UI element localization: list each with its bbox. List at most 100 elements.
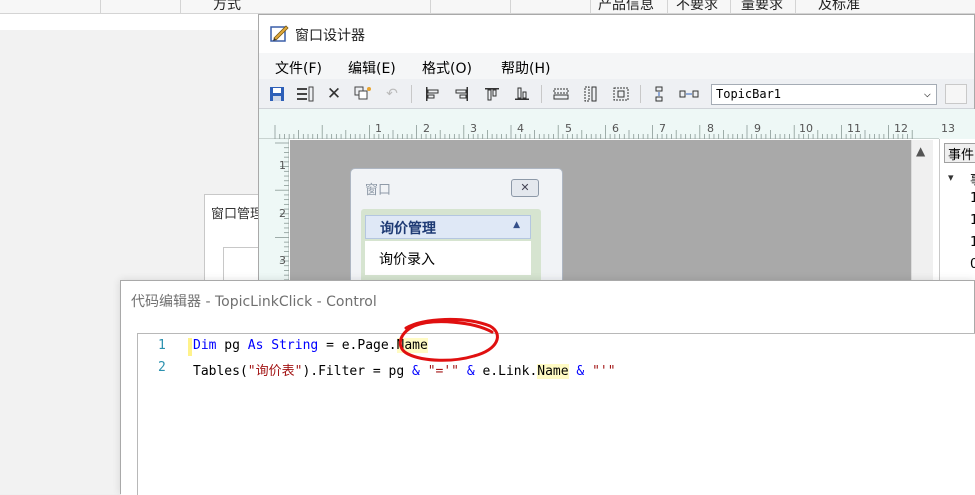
code-token: = e.Page. [318, 338, 397, 353]
code-token-highlighted: Name [537, 364, 569, 379]
collapse-arrow-icon[interactable]: ▲ [513, 220, 520, 230]
menu-format[interactable]: 格式(O) [422, 58, 472, 78]
ruler-label: 4 [517, 122, 524, 135]
designer-toolbar: ✕ ↶ TopicBar1 ⌵ [259, 79, 974, 109]
same-size-icon[interactable] [610, 84, 632, 104]
column-divider [100, 0, 101, 14]
ruler-label: 11 [847, 122, 861, 135]
designer-menubar: 文件(F) 编辑(E) 格式(O) 帮助(H) [259, 53, 974, 79]
background-table-header: 方式 产品信息 不要求 量要求 及标准 [0, 0, 975, 14]
tab-events[interactable]: 事件 [944, 143, 975, 163]
ruler-label: 1 [279, 159, 286, 172]
menu-edit[interactable]: 编辑(E) [348, 58, 396, 78]
ruler-ticks [274, 125, 913, 139]
code-token: e.Link. [474, 364, 538, 379]
scroll-up-icon[interactable]: ▲ [916, 144, 925, 158]
chevron-down-icon[interactable]: ▾ [948, 171, 954, 184]
property-value: 0 [970, 257, 975, 272]
toolbar-extra-button[interactable] [945, 84, 967, 104]
ruler-label: 3 [470, 122, 477, 135]
ruler-label: 3 [279, 254, 286, 267]
column-divider [180, 0, 181, 14]
column-header: 方式 [213, 0, 241, 13]
topic-link[interactable]: 询价录入 [365, 241, 531, 275]
control-selector-value: TopicBar1 [716, 87, 782, 101]
toolbar-separator [541, 85, 542, 103]
column-divider [510, 0, 511, 14]
code-editor-window[interactable]: 代码编辑器 - TopicLinkClick - Control 1 2 Dim… [120, 280, 975, 495]
ruler-label: 5 [565, 122, 572, 135]
ruler-label: 10 [799, 122, 813, 135]
column-divider [795, 0, 796, 14]
property-group-label: 事 [970, 169, 975, 188]
column-header: 不要求 [676, 0, 718, 13]
code-token: & [412, 364, 420, 379]
code-token: pg [216, 338, 248, 353]
property-value: 1 [970, 213, 975, 228]
ruler-label: 8 [707, 122, 714, 135]
topic-header[interactable]: 询价管理 ▲ [365, 215, 531, 239]
close-icon[interactable]: ✕ [511, 179, 539, 197]
property-value: 1 [970, 191, 975, 206]
code-token: "'" [592, 364, 616, 379]
ruler-label: 12 [894, 122, 908, 135]
ruler-label: 2 [279, 207, 286, 220]
ruler-label: 6 [612, 122, 619, 135]
code-token: & [466, 364, 475, 379]
align-bottom-icon[interactable] [511, 84, 533, 104]
form-title: 窗口 [365, 183, 392, 198]
column-header: 及标准 [818, 0, 860, 13]
ruler-label: 13 [941, 122, 955, 135]
column-divider [667, 0, 668, 14]
ruler-extension: 13 [939, 109, 975, 139]
annotation-circle [398, 318, 499, 362]
column-header: 产品信息 [598, 0, 654, 13]
code-token: ).Filter = pg [302, 364, 413, 379]
toolbar-separator [411, 85, 412, 103]
properties-icon[interactable] [294, 84, 316, 104]
code-line-1[interactable]: Dim pg As String = e.Page.Name [193, 338, 428, 353]
designer-title: 窗口设计器 [295, 28, 365, 44]
align-right-icon[interactable] [451, 84, 473, 104]
ruler-label: 9 [754, 122, 761, 135]
line-number: 1 [158, 338, 166, 353]
column-divider [730, 0, 731, 14]
property-value: 1 [970, 235, 975, 250]
code-token: Dim [193, 338, 217, 353]
save-icon[interactable] [266, 84, 288, 104]
code-token: "='" [427, 364, 459, 379]
designer-titlebar[interactable]: 窗口设计器 [259, 15, 974, 53]
menu-help[interactable]: 帮助(H) [501, 58, 550, 78]
control-selector[interactable]: TopicBar1 ⌵ [711, 84, 937, 105]
align-top-icon[interactable] [481, 84, 503, 104]
column-divider [590, 0, 591, 14]
current-line-marker [188, 338, 192, 356]
code-token: Tables( [193, 364, 248, 379]
menu-file[interactable]: 文件(F) [275, 58, 322, 78]
cut-icon[interactable]: ✕ [323, 84, 345, 104]
undo-icon[interactable]: ↶ [381, 84, 403, 104]
code-token: As String [247, 338, 319, 353]
code-text-area[interactable]: 1 2 Dim pg As String = e.Page.Name Table… [137, 333, 975, 495]
line-number: 2 [158, 360, 166, 375]
copy-icon[interactable] [352, 84, 374, 104]
ruler-label: 1 [375, 122, 382, 135]
horizontal-spacing-icon[interactable] [678, 84, 700, 104]
same-height-icon[interactable] [580, 84, 602, 104]
vertical-spacing-icon[interactable] [648, 84, 670, 104]
chevron-down-icon: ⌵ [923, 86, 931, 100]
window-manager-title: 窗口管理 [211, 207, 264, 222]
ruler-label: 2 [423, 122, 430, 135]
align-left-icon[interactable] [421, 84, 443, 104]
column-divider [430, 0, 431, 14]
same-width-icon[interactable] [550, 84, 572, 104]
horizontal-ruler: 1 2 3 4 5 6 7 8 9 10 11 12 [259, 109, 939, 139]
ruler-label: 7 [659, 122, 666, 135]
code-token: "询价表" [247, 364, 303, 379]
toolbar-separator [640, 85, 641, 103]
topic-header-label: 询价管理 [380, 221, 436, 237]
code-editor-title: 代码编辑器 - TopicLinkClick - Control [131, 294, 377, 310]
